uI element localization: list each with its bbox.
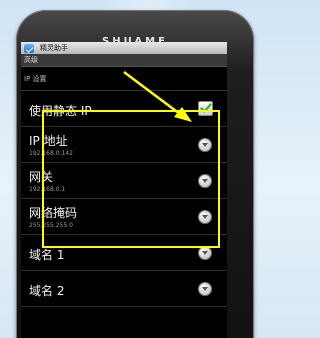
section-header-ip-settings: IP 设置 xyxy=(21,67,227,91)
menu-dots-icon xyxy=(176,330,188,338)
status-bar: 精灵助手 xyxy=(21,42,227,54)
checkmark-icon xyxy=(200,103,212,113)
app-name: 精灵助手 xyxy=(40,44,68,52)
static-ip-checkbox[interactable] xyxy=(198,101,213,116)
chevron-down-icon[interactable] xyxy=(198,174,212,188)
pref-summary: 192.168.0.142 xyxy=(29,150,73,157)
pref-static-ip[interactable]: 使用静态 IP xyxy=(21,91,227,127)
pref-summary: 255.255.255.0 xyxy=(29,222,73,229)
screen-title: 高级 xyxy=(21,54,227,67)
phone-screen: 精灵助手 高级 IP 设置 使用静态 IP IP 地址 192.168.0.14… xyxy=(21,42,227,338)
pref-dns1[interactable]: 域名 1 xyxy=(21,235,227,271)
app-icon xyxy=(24,43,34,53)
pref-summary: 192.168.0.1 xyxy=(29,186,66,193)
pref-title: 域名 2 xyxy=(29,284,65,298)
chevron-down-icon[interactable] xyxy=(198,246,212,260)
pref-ip-address[interactable]: IP 地址 192.168.0.142 xyxy=(21,127,227,163)
pref-netmask[interactable]: 网络掩码 255.255.255.0 xyxy=(21,199,227,235)
chevron-down-icon[interactable] xyxy=(198,282,212,296)
pref-dns2[interactable]: 域名 2 xyxy=(21,271,227,307)
chevron-down-icon[interactable] xyxy=(198,210,212,224)
pref-title: 域名 1 xyxy=(29,248,65,262)
chevron-down-icon[interactable] xyxy=(198,138,212,152)
pref-gateway[interactable]: 网关 192.168.0.1 xyxy=(21,163,227,199)
